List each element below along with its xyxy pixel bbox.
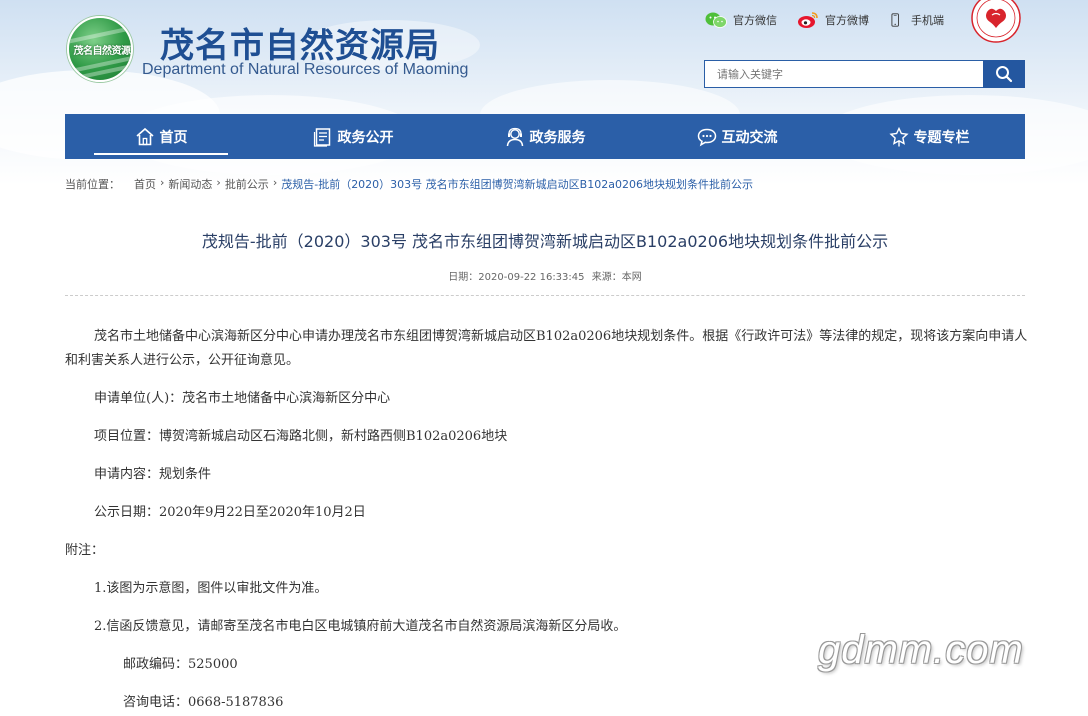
breadcrumb-item-current[interactable]: 茂规告-批前（2020）303号 茂名市东组团博贺湾新城启动区B102a0206… xyxy=(281,176,753,192)
article-date: 2020-09-22 16:33:45 xyxy=(478,272,585,283)
wechat-link-label: 官方微信 xyxy=(733,14,777,27)
article-source: 本网 xyxy=(621,272,642,283)
wechat-icon xyxy=(705,12,727,28)
nav-item-topics[interactable]: 专题专栏 xyxy=(833,114,1025,159)
paragraph-phone: 咨询电话：0668-5187836 xyxy=(123,695,284,710)
paragraph-period: 公示日期：2020年9月22日至2020年10月2日 xyxy=(94,505,366,520)
breadcrumb-item-home[interactable]: 首页 xyxy=(134,176,156,192)
mobile-link[interactable]: 手机端 xyxy=(889,11,944,29)
nav-item-label: 专题专栏 xyxy=(913,129,970,146)
watermark: gdmm.com xyxy=(818,628,1024,672)
paragraph-notes-heading: 附注： xyxy=(65,543,105,558)
nav-item-gov-services[interactable]: 政务服务 xyxy=(449,114,641,159)
nav-item-label: 互动交流 xyxy=(721,129,778,146)
nav-item-label: 政务服务 xyxy=(529,129,586,146)
wechat-link[interactable]: 官方微信 xyxy=(705,11,777,29)
site-subtitle: Department of Natural Resources of Maomi… xyxy=(142,61,469,78)
paragraph-location: 项目位置：博贺湾新城启动区石海路北侧，新村路西侧B102a0206地块 xyxy=(94,429,508,444)
service-icon xyxy=(506,127,523,146)
main-nav: 首页 政务公开 政务服务 互动交流 专题专栏 xyxy=(65,114,1025,159)
site-logo-emblem[interactable]: 茂名自然资源 xyxy=(67,16,133,82)
breadcrumb-item-news[interactable]: 新闻动态 xyxy=(168,176,212,192)
nav-item-interaction[interactable]: 互动交流 xyxy=(641,114,833,159)
home-icon xyxy=(135,127,154,145)
article-title: 茂规告-批前（2020）303号 茂名市东组团博贺湾新城启动区B102a0206… xyxy=(201,232,889,251)
chat-icon xyxy=(697,128,716,146)
weibo-link[interactable]: 官方微博 xyxy=(797,11,869,29)
breadcrumb-separator: › xyxy=(216,176,221,189)
nav-item-gov-affairs[interactable]: 政务公开 xyxy=(257,114,449,159)
breadcrumb: 当前位置： 首页 › 新闻动态 › 批前公示 › 茂规告-批前（2020）303… xyxy=(65,176,757,192)
paragraph-intro: 茂名市土地储备中心滨海新区分中心申请办理茂名市东组团博贺湾新城启动区B102a0… xyxy=(65,329,1028,368)
date-label: 日期： xyxy=(448,272,479,283)
emblem-text: 茂名自然资源 xyxy=(73,46,132,57)
weibo-link-label: 官方微博 xyxy=(825,14,869,27)
breadcrumb-separator: › xyxy=(272,176,278,189)
source-label: 来源： xyxy=(591,272,622,283)
top-links: 官方微信 官方微博 手机端 xyxy=(705,10,964,30)
mobile-icon xyxy=(891,13,899,27)
site-title[interactable]: 茂名市自然资源局 xyxy=(160,18,440,67)
red-emblem-icon[interactable] xyxy=(966,0,1026,44)
title-divider xyxy=(65,295,1025,296)
weibo-icon xyxy=(798,12,818,28)
topic-icon xyxy=(888,126,909,146)
nav-item-label: 政务公开 xyxy=(337,129,394,146)
nav-item-home[interactable]: 首页 xyxy=(65,114,257,159)
mobile-link-label: 手机端 xyxy=(911,14,944,27)
search-icon xyxy=(996,66,1013,83)
breadcrumb-separator: › xyxy=(160,176,165,189)
breadcrumb-prefix: 当前位置： xyxy=(65,178,120,191)
paragraph-content: 申请内容：规划条件 xyxy=(94,467,212,482)
paragraph-note-1: 1.该图为示意图，图件以审批文件为准。 xyxy=(94,581,328,596)
search-button[interactable] xyxy=(983,60,1025,88)
paragraph-applicant: 申请单位(人)：茂名市土地储备中心滨海新区分中心 xyxy=(94,391,391,406)
nav-item-label: 首页 xyxy=(159,129,188,146)
breadcrumb-item-notices[interactable]: 批前公示 xyxy=(225,176,269,192)
article-meta: 日期：2020-09-22 16:33:45 来源：本网 xyxy=(65,268,1025,283)
document-icon xyxy=(313,127,330,147)
search-input[interactable] xyxy=(704,60,984,88)
